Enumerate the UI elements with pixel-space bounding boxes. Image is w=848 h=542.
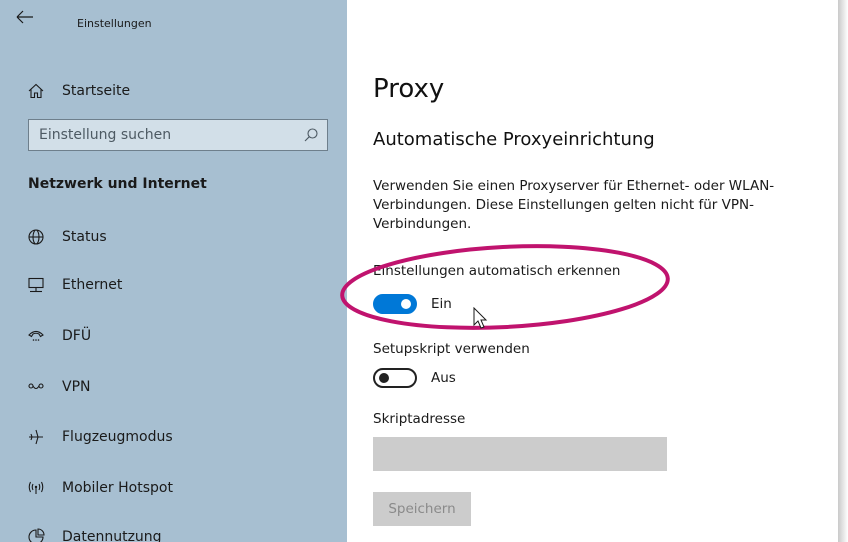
toggle-knob	[401, 299, 411, 309]
home-icon	[26, 81, 46, 101]
save-button[interactable]: Speichern	[373, 492, 471, 526]
toggle-knob	[379, 373, 389, 383]
search-box	[28, 119, 328, 151]
sidebar-item-home[interactable]: Startseite	[0, 71, 347, 111]
auto-detect-state: Ein	[431, 296, 452, 312]
setup-script-label: Setupskript verwenden	[373, 341, 530, 357]
auto-detect-toggle[interactable]	[373, 294, 417, 314]
sidebar: Einstellungen Startseite Netzwerk und In…	[0, 0, 347, 542]
ethernet-icon	[26, 275, 46, 295]
sidebar-item-vpn[interactable]: VPN	[0, 367, 347, 407]
setup-script-state: Aus	[431, 370, 456, 386]
sidebar-item-data-usage[interactable]: Datennutzung	[0, 517, 347, 542]
window-shadow	[838, 0, 848, 542]
section-heading: Netzwerk und Internet	[28, 176, 207, 192]
auto-detect-label: Einstellungen automatisch erkennen	[373, 263, 621, 279]
sidebar-item-label: Ethernet	[62, 277, 123, 293]
setup-script-toggle[interactable]	[373, 368, 417, 388]
window-title: Einstellungen	[77, 17, 152, 30]
page-title: Proxy	[373, 74, 445, 104]
script-address-label: Skriptadresse	[373, 411, 466, 427]
sidebar-item-label: Status	[62, 229, 107, 245]
sidebar-item-label: Mobiler Hotspot	[62, 480, 173, 496]
back-arrow-icon[interactable]	[14, 6, 36, 28]
sidebar-item-hotspot[interactable]: Mobiler Hotspot	[0, 468, 347, 508]
main-content: Proxy Automatische Proxyeinrichtung Verw…	[347, 0, 838, 542]
sidebar-item-label: VPN	[62, 379, 91, 395]
airplane-icon	[26, 427, 46, 447]
search-input[interactable]	[29, 120, 299, 150]
sidebar-item-status[interactable]: Status	[0, 217, 347, 257]
hotspot-icon	[26, 478, 46, 498]
sidebar-item-label: Startseite	[62, 83, 131, 99]
globe-icon	[26, 227, 46, 247]
search-icon[interactable]	[303, 127, 319, 143]
script-address-input[interactable]	[373, 437, 667, 471]
sidebar-item-dialup[interactable]: DFÜ	[0, 316, 347, 356]
sidebar-item-label: Datennutzung	[62, 529, 162, 542]
description-text: Verwenden Sie einen Proxyserver für Ethe…	[373, 178, 775, 232]
sidebar-item-label: DFÜ	[62, 328, 92, 344]
settings-window: Einstellungen Startseite Netzwerk und In…	[0, 0, 838, 542]
data-usage-icon	[26, 527, 46, 542]
sidebar-item-label: Flugzeugmodus	[62, 429, 173, 445]
section-title: Automatische Proxyeinrichtung	[373, 129, 655, 150]
vpn-icon	[26, 377, 46, 397]
sidebar-item-airplane[interactable]: Flugzeugmodus	[0, 417, 347, 457]
sidebar-item-ethernet[interactable]: Ethernet	[0, 265, 347, 305]
title-bar: Einstellungen	[0, 0, 347, 40]
dialup-icon	[26, 326, 46, 346]
